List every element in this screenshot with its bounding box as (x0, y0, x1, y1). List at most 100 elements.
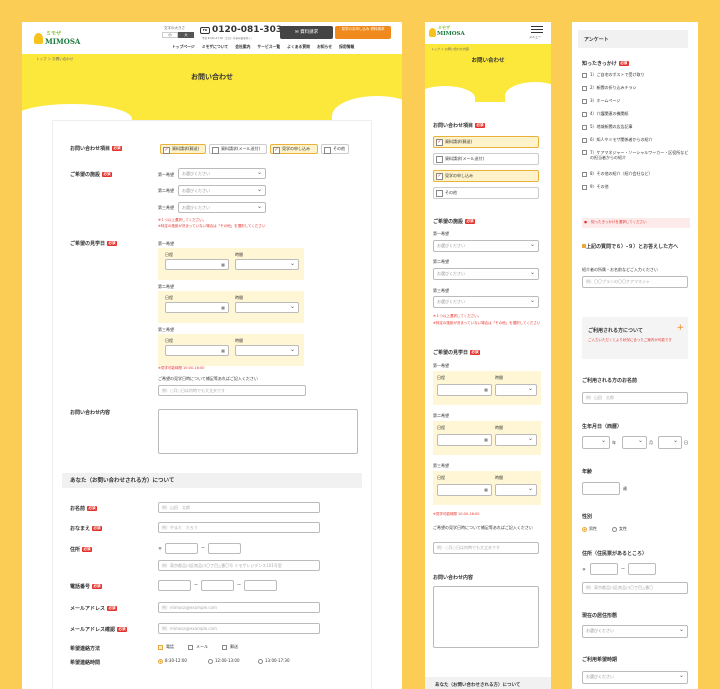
time-select[interactable]: お選びください (582, 671, 688, 684)
contact-method-mail[interactable]: メール (188, 644, 208, 650)
m-visit-3-time-select[interactable] (495, 484, 537, 496)
contact-time-afternoon[interactable]: 13:00-17:30 (258, 658, 290, 664)
m-facility-label-text: ご希望の施設 (433, 219, 464, 225)
material-request-button[interactable]: ✉ 資料請求 (280, 26, 333, 39)
email2-input[interactable]: 例）mimosa@example.com (158, 623, 320, 634)
phone-hours: 平日 9:00〜17:30（土日・年末年始を除く） (202, 37, 254, 40)
zip-input-1[interactable] (165, 543, 198, 554)
breadcrumb[interactable]: トップ ＞ お問い合わせ (36, 57, 73, 62)
residence-select[interactable]: お選びください (582, 625, 688, 638)
m-inquiry-option-email[interactable]: 資料請求(メール送付) (433, 153, 539, 165)
know-option-8[interactable]: 8）その他の紹介（紹介会社など） (582, 171, 690, 181)
contact-time-noon-label: 12:00-13:00 (215, 658, 240, 663)
m-inquiry-option-visit[interactable]: 見学の申し込み (433, 170, 539, 182)
birth-day-select[interactable] (658, 436, 682, 449)
m-facility-select-1[interactable]: お選びください (433, 240, 539, 252)
name-input[interactable]: 例）山田 太郎 (158, 502, 320, 513)
nav-item[interactable]: ミモザについて (202, 44, 228, 50)
visit-extra-input[interactable]: 例）○月○日は何時でも大丈夫です (158, 385, 306, 396)
user-info-box[interactable]: ご利用される方について + ご入力いただくとより状況に合ったご案内が可能です (582, 317, 688, 359)
know-option-7[interactable]: 7）ケアマネジャー・ソーシャルワーカー・区役所などの担当者からの紹介 (582, 150, 690, 168)
m-content-textarea[interactable] (433, 586, 539, 648)
nav-item[interactable]: トップページ (172, 44, 195, 50)
gender-female[interactable]: 女性 (612, 526, 627, 532)
m-visit-2-time-select[interactable] (495, 434, 537, 446)
m-visit-1-time-select[interactable] (495, 384, 537, 396)
m-facility-select-3[interactable]: お選びください (433, 296, 539, 308)
birth-month-select[interactable] (622, 436, 647, 449)
tel-dash-1: ー (194, 582, 198, 587)
q-sub: 紹介者の所属・お名前などご入力ください (582, 267, 658, 272)
m-zip-mark: 〒 (582, 567, 586, 572)
inquiry-option-mail[interactable]: 資料請求(郵送) (160, 144, 206, 154)
q-input[interactable]: 例）〇〇プランの〇〇ケアマネジャ (582, 276, 688, 288)
m-visit-2-date-input[interactable]: ▦ (437, 434, 492, 446)
facility-select-3[interactable]: お選びください (178, 202, 266, 213)
nav-item[interactable]: よくある質問 (287, 44, 310, 50)
mobile-logo[interactable]: ミモザ MIMOSA (429, 25, 469, 41)
address-input[interactable]: 例）東京都品川区南品川〇丁目△番〇号 ミモザレジデンス101号室 (158, 560, 320, 571)
m-address-input[interactable]: 例）東京都品川区南品川〇丁目△番〇 (582, 582, 688, 594)
m-visit-3-date-input[interactable]: ▦ (437, 484, 492, 496)
mobile-page-title: お問い合わせ (471, 58, 505, 64)
know-option-5[interactable]: 5）地域新聞の広告記事 (582, 124, 690, 134)
site-logo[interactable]: ミモザ MIMOSA (34, 29, 84, 47)
nav-item[interactable]: お知らせ (317, 44, 332, 50)
m-zip-input-2[interactable] (628, 563, 656, 575)
gender-female-label: 女性 (619, 526, 627, 531)
facility-select-1[interactable]: お選びください (178, 168, 266, 179)
contact-time-noon[interactable]: 12:00-13:00 (208, 658, 240, 664)
visit-3-date-input[interactable]: ▦ (165, 345, 229, 356)
m-zip-input-1[interactable] (590, 563, 618, 575)
visit-2-date-input[interactable]: ▦ (165, 302, 229, 313)
nav-item[interactable]: サービス一覧 (257, 44, 280, 50)
tel-input-1[interactable] (158, 580, 191, 591)
contact-method-post[interactable]: 郵送 (222, 644, 238, 650)
visit-2-time-select[interactable] (235, 302, 299, 313)
email-input[interactable]: 例）mimosa@example.com (158, 602, 320, 613)
m-inquiry-option-mail[interactable]: 資料請求(郵送) (433, 136, 539, 148)
m-inquiry-option-other[interactable]: その他 (433, 187, 539, 199)
hamburger-menu-button[interactable]: メニュー (529, 26, 545, 40)
contact-method-phone[interactable]: 電話 (158, 644, 174, 650)
visit-1-date-input[interactable]: ▦ (165, 259, 229, 270)
mobile-breadcrumb[interactable]: トップ ＞ お問い合わせ内容 (431, 47, 469, 51)
know-option-1[interactable]: 1）ご自宅のポストで受け取り (582, 72, 690, 82)
visit-choice-2-label: 第二希望 (158, 284, 174, 289)
know-option-9[interactable]: 9）その他 (582, 184, 690, 194)
inquiry-option-email[interactable]: 資料請求(メール送付) (209, 144, 267, 154)
know-option-6[interactable]: 6）知人やミモザ関係者からの紹介 (582, 137, 690, 147)
know-error-text: 知ったきっかけを選択してください (591, 220, 647, 224)
nav-item[interactable]: 採用情報 (339, 44, 354, 50)
inquiry-option-visit[interactable]: 見学の申し込み (270, 144, 318, 154)
inquiry-option-other[interactable]: その他 (321, 144, 349, 154)
content-textarea[interactable] (158, 409, 358, 454)
nav-item[interactable]: 会社案内 (235, 44, 250, 50)
contact-method-label-text: 希望連絡方法 (70, 646, 101, 652)
m-facility-select-2[interactable]: お選びください (433, 268, 539, 280)
know-option-2[interactable]: 2）新聞の折り込みチラシ (582, 85, 690, 95)
m-visit-extra-input[interactable]: 例）○月○日は何時でも大丈夫です (433, 542, 539, 554)
zip-input-2[interactable] (208, 543, 241, 554)
facility-select-2[interactable]: お選びください (178, 185, 266, 196)
know-label-text: 知ったきっかけ (582, 61, 617, 67)
birth-year-select[interactable] (582, 436, 610, 449)
visit-3-time-select[interactable] (235, 345, 299, 356)
know-option-3[interactable]: 3）ホームページ (582, 98, 690, 108)
font-large-button[interactable]: 大 (178, 32, 194, 38)
gender-male[interactable]: 男性 (582, 526, 597, 532)
visit-1-time-select[interactable] (235, 259, 299, 270)
user-name-input[interactable]: 例）山田 太郎 (582, 392, 688, 404)
font-small-button[interactable]: 小 (162, 32, 178, 38)
tel-input-2[interactable] (201, 580, 234, 591)
kana-input[interactable]: 例）やまだ たろう (158, 522, 320, 533)
know-option-4[interactable]: 4）介護関連の機関紙 (582, 111, 690, 121)
m-visit-1-date-input[interactable]: ▦ (437, 384, 492, 396)
tel-input-3[interactable] (244, 580, 277, 591)
m-visit-choice-3: 第三希望 (433, 463, 449, 468)
mobile-view-form-top: ミモザ MIMOSA メニュー トップ ＞ お問い合わせ内容 お問い合わせ お問… (425, 22, 551, 689)
age-input[interactable] (582, 482, 620, 495)
visit-request-button[interactable]: 見学のお申し込み 資料請求 (335, 26, 391, 39)
tel-label-text: 電話番号 (70, 584, 91, 590)
contact-time-morning[interactable]: 8:30-12:00 (158, 658, 187, 664)
